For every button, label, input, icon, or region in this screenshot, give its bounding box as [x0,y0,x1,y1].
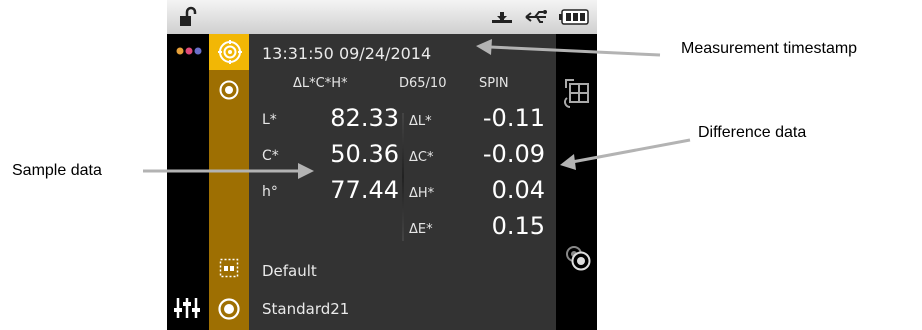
lock-open-icon [180,6,197,26]
sample-value-h: 77.44 [330,176,399,204]
sample-value-l: 82.33 [330,104,399,132]
sliders-icon[interactable] [173,296,201,320]
sample-label-l: L* [262,112,277,128]
nav-active-tab[interactable] [209,34,249,70]
illuminant-label: D65/10 [399,76,447,91]
callout-measurement-timestamp: Measurement timestamp [681,40,858,57]
diff-label-dc: ΔC* [409,150,434,165]
color-scale-label: ΔL*C*H* [293,76,348,91]
diff-value-de: 0.15 [491,212,545,240]
standard-radio-icon[interactable] [218,298,240,320]
battery-icon [559,9,589,25]
device-screen: 13:31:50 09/24/2014 ΔL*C*H* D65/10 SPIN … [167,0,597,330]
nav-strip [209,34,249,330]
mode-label: SPIN [479,76,509,91]
tolerance-icon[interactable] [219,258,239,278]
table-view-icon[interactable] [564,78,590,110]
measurement-panel: 13:31:50 09/24/2014 ΔL*C*H* D65/10 SPIN … [249,34,556,330]
sample-value-c: 50.36 [330,140,399,168]
sample-label-h: h° [262,184,278,200]
diff-label-dh: ΔH* [409,186,435,201]
color-dots-icon[interactable] [175,46,205,56]
radio-icon[interactable] [219,80,239,100]
target-icon [218,40,242,64]
measurement-timestamp: 13:31:50 09/24/2014 [262,44,432,63]
diff-value-dh: 0.04 [491,176,545,204]
callout-difference-data: Difference data [698,124,807,141]
diff-value-dl: -0.11 [482,104,545,132]
sample-label-c: C* [262,148,279,164]
status-bar [167,0,597,34]
tolerance-name[interactable]: Default [262,262,317,280]
diff-label-de: ΔE* [409,222,433,237]
diff-label-dl: ΔL* [409,114,432,129]
standard-name[interactable]: Standard21 [262,300,349,318]
left-strip [167,34,209,330]
usb-icon [525,10,547,23]
column-divider [402,113,404,241]
measure-target-icon[interactable] [564,244,592,272]
callout-sample-data: Sample data [12,162,102,179]
usb-stick-icon [492,12,512,23]
diff-value-dc: -0.09 [482,140,545,168]
right-strip [556,34,597,330]
